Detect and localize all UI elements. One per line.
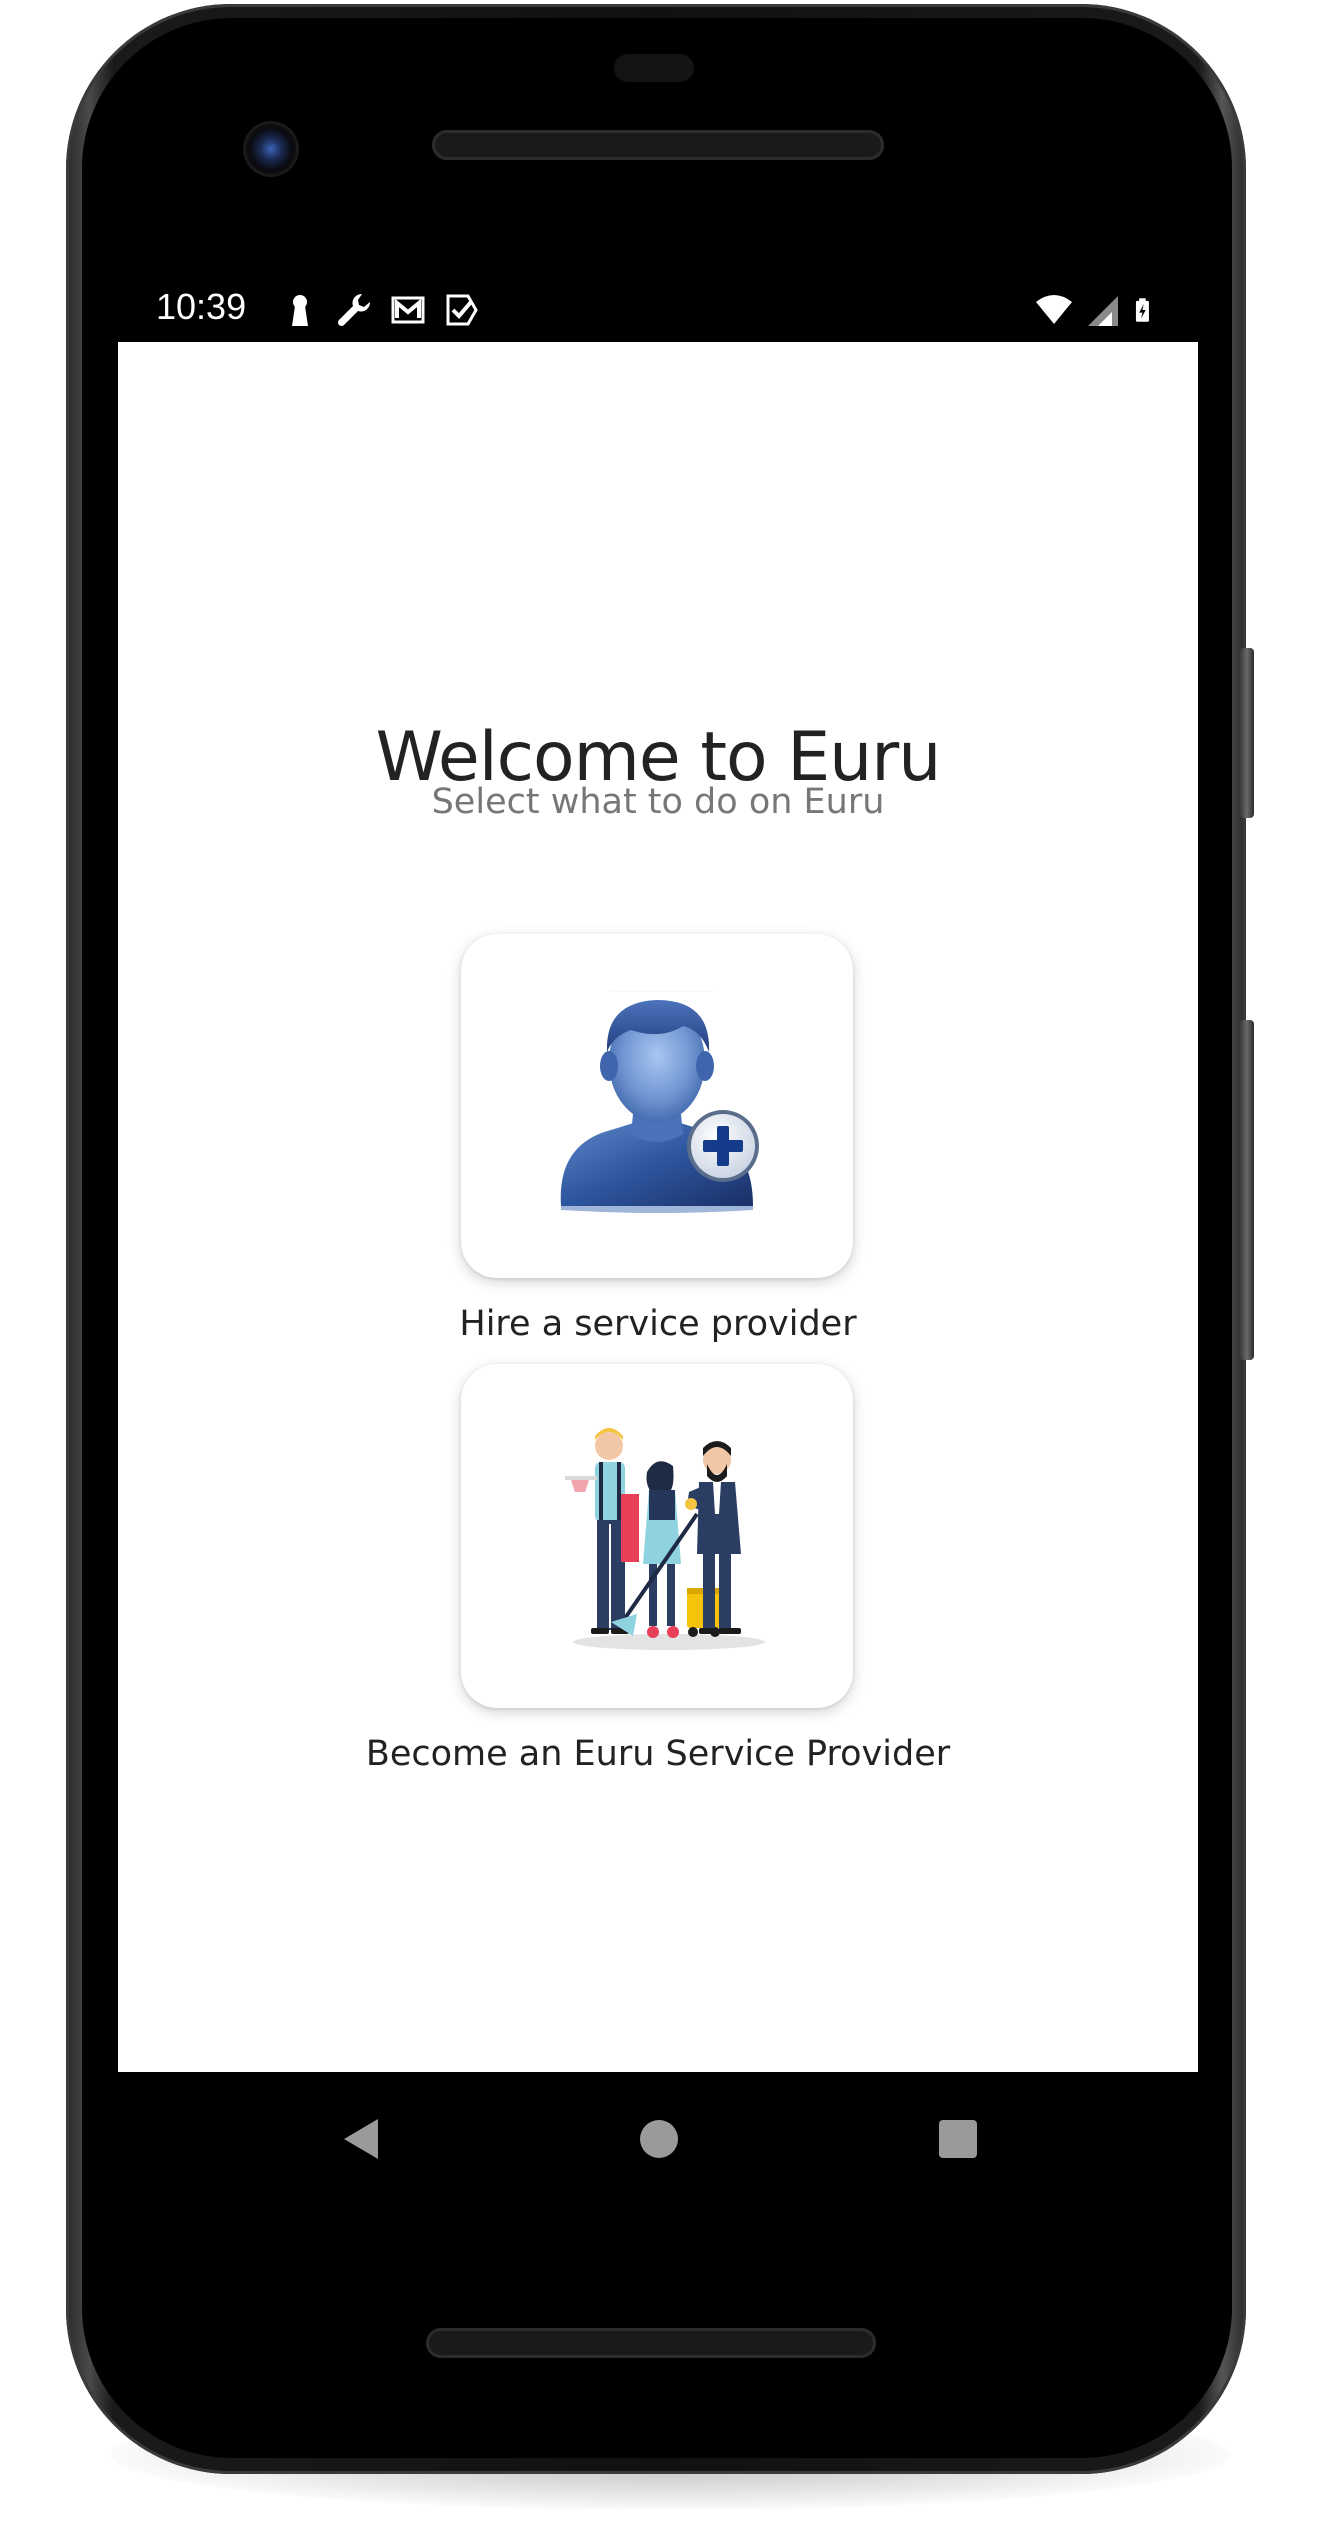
- keyhole-icon: [292, 295, 308, 326]
- add-user-icon: · · · · · · · · · · · · · · · · · · · · …: [560, 989, 759, 1213]
- earpiece-speaker: [432, 130, 884, 160]
- app-screen: Welcome to Euru Select what to do on Eur…: [118, 342, 1198, 2072]
- checkbox-icon: [446, 294, 478, 326]
- become-provider-label[interactable]: Become an Euru Service Provider: [118, 1734, 1198, 1774]
- notification-icons: [280, 290, 482, 330]
- back-icon[interactable]: [316, 2094, 406, 2184]
- navigation-bar: [118, 2072, 1198, 2202]
- wifi-icon: [1036, 295, 1072, 324]
- recents-icon[interactable]: [913, 2094, 1003, 2184]
- service-workers-illustration: [565, 1428, 765, 1650]
- system-icons: [1034, 290, 1160, 330]
- device-mockup: 10:39 Welcome to Euru Select what to do …: [0, 0, 1330, 2532]
- become-provider-card[interactable]: [461, 1364, 853, 1708]
- proximity-sensor: [614, 54, 694, 82]
- power-button: [1240, 1020, 1254, 1360]
- status-time: 10:39: [156, 286, 247, 327]
- battery-charging-icon: [1135, 298, 1149, 322]
- front-camera: [246, 124, 296, 174]
- cell-signal-icon: [1088, 296, 1118, 326]
- home-icon[interactable]: [614, 2094, 704, 2184]
- hire-provider-card[interactable]: · · · · · · · · · · · · · · · · · · · · …: [461, 934, 853, 1278]
- bottom-speaker: [426, 2328, 876, 2358]
- page-subtitle: Select what to do on Euru: [431, 782, 885, 822]
- volume-button: [1240, 648, 1254, 818]
- mail-icon: [391, 296, 425, 324]
- wrench-icon: [337, 293, 371, 327]
- hire-provider-label[interactable]: Hire a service provider: [118, 1304, 1198, 1344]
- svg-text:· · · · · · · · · · · · · · ·: · · · · · · · · · · · · · · · · · · · · …: [611, 989, 716, 996]
- status-bar: 10:39: [118, 280, 1198, 342]
